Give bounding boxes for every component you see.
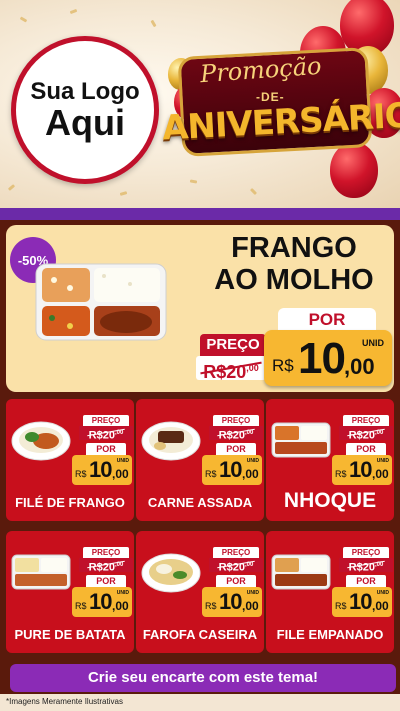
new-price-main: 10 <box>89 589 113 614</box>
header-banner: Sua Logo Aqui Promoção -DE- ANIVERSÁRIO <box>0 0 400 208</box>
preco-label: PREÇO <box>83 415 129 426</box>
featured-title-line1: FRANGO <box>231 232 357 264</box>
preco-label: PREÇO <box>343 547 389 558</box>
old-price: R$20,00 <box>209 558 263 574</box>
product-card-file-de-frango[interactable]: PREÇO R$20,00 POR R$ 10 ,00 UNID FILÉ DE… <box>6 399 134 521</box>
food-plate-image <box>11 421 71 461</box>
unit-label: UNID <box>116 590 129 596</box>
old-price: R$20,00 <box>79 426 133 442</box>
logo-placeholder[interactable]: Sua Logo Aqui <box>11 36 159 184</box>
unit-label: UNID <box>376 590 389 596</box>
new-price-cents: ,00 <box>344 354 375 379</box>
new-price-cents: ,00 <box>242 467 259 481</box>
food-plate-image <box>141 421 201 461</box>
product-name: NHOQUE <box>283 489 377 512</box>
product-name: CARNE ASSADA <box>147 495 253 510</box>
por-label: POR <box>346 575 386 587</box>
new-price-cents: ,00 <box>242 599 259 613</box>
unit-label: UNID <box>376 458 389 464</box>
confetti <box>19 16 28 23</box>
currency-symbol: R$ <box>75 469 87 479</box>
unit-label: UNID <box>246 458 259 464</box>
currency-symbol: R$ <box>205 601 217 611</box>
food-tray-image <box>271 422 331 458</box>
featured-title: FRANGO AO MOLHO <box>196 232 392 297</box>
confetti <box>7 184 16 191</box>
currency-symbol: R$ <box>335 469 347 479</box>
featured-title-line2: AO MOLHO <box>214 264 374 297</box>
new-price-cents: ,00 <box>112 599 129 613</box>
old-price: R$20,00 <box>79 558 133 574</box>
food-tray-image <box>11 554 71 590</box>
por-label: POR <box>346 443 386 455</box>
new-price: R$ 10 ,00 UNID <box>72 455 132 485</box>
preco-label: PREÇO <box>213 415 259 426</box>
confetti <box>119 191 128 196</box>
food-plate-image <box>141 553 201 593</box>
new-price-cents: ,00 <box>112 467 129 481</box>
food-tray-image <box>271 554 331 590</box>
new-price-main: 10 <box>298 334 346 383</box>
divider-strip <box>0 208 400 220</box>
por-label: POR <box>86 575 126 587</box>
old-price: R$20,00 <box>339 426 393 442</box>
confetti <box>189 179 198 184</box>
preco-label: PREÇO <box>213 547 259 558</box>
currency-symbol: R$ <box>335 601 347 611</box>
confetti <box>150 19 157 28</box>
product-card-file-empanado[interactable]: PREÇO R$20,00 POR R$ 10 ,00 UNID FILE EM… <box>266 531 394 653</box>
logo-text-line1: Sua Logo <box>30 77 140 105</box>
por-label: POR <box>216 443 256 455</box>
preco-label: PREÇO <box>83 547 129 558</box>
currency-symbol: R$ <box>205 469 217 479</box>
new-price: R$ 10 ,00 UNID <box>332 455 392 485</box>
unit-label: UNID <box>116 458 129 464</box>
unit-label: UNID <box>362 338 384 348</box>
unit-label: UNID <box>246 590 259 596</box>
product-name: FILÉ DE FRANGO <box>15 495 125 510</box>
old-price: R$20,00 <box>339 558 393 574</box>
cta-button[interactable]: Crie seu encarte com este tema! <box>10 664 396 692</box>
new-price-main: 10 <box>349 589 373 614</box>
confetti <box>249 187 258 196</box>
por-label: POR <box>86 443 126 455</box>
product-card-pure-de-batata[interactable]: PREÇO R$20,00 POR R$ 10 ,00 UNID PURE DE… <box>6 531 134 653</box>
old-price: R$20,00 <box>209 426 263 442</box>
new-price-main: 10 <box>349 457 373 482</box>
old-price: R$20,00 <box>196 356 266 382</box>
product-name: FAROFA CASEIRA <box>142 627 258 642</box>
logo-text-line2: Aqui <box>45 101 125 143</box>
new-price-main: 10 <box>89 457 113 482</box>
product-card-farofa-caseira[interactable]: PREÇO R$20,00 POR R$ 10 ,00 UNID FAROFA … <box>136 531 264 653</box>
currency-symbol: R$ <box>272 356 294 375</box>
preco-label: PREÇO <box>343 415 389 426</box>
new-price: R$ 10 ,00 UNID <box>202 455 262 485</box>
new-price-cents: ,00 <box>372 467 389 481</box>
new-price-main: 10 <box>219 589 243 614</box>
new-price: R$ 10 ,00 UNID <box>202 587 262 617</box>
new-price-main: 10 <box>219 457 243 482</box>
por-label: POR <box>278 308 376 332</box>
new-price-cents: ,00 <box>372 599 389 613</box>
food-tray-image <box>35 263 167 341</box>
product-card-carne-assada[interactable]: PREÇO R$20,00 POR R$ 10 ,00 UNID CARNE A… <box>136 399 264 521</box>
por-label: POR <box>216 575 256 587</box>
new-price: R$ 10 ,00 UNID <box>332 587 392 617</box>
new-price: R$ 10 ,00 UNID <box>264 330 392 386</box>
promo-title-badge: Promoção -DE- ANIVERSÁRIO <box>158 42 400 164</box>
preco-label: PREÇO <box>200 334 266 356</box>
product-name: PURE DE BATATA <box>14 627 126 642</box>
disclaimer-text: *Imagens Meramente Ilustrativas <box>6 697 123 706</box>
confetti <box>69 8 78 15</box>
currency-symbol: R$ <box>75 601 87 611</box>
product-card-nhoque[interactable]: PREÇO R$20,00 POR R$ 10 ,00 UNID NHOQUE <box>266 399 394 521</box>
product-name: FILE EMPANADO <box>276 627 384 642</box>
new-price: R$ 10 ,00 UNID <box>72 587 132 617</box>
